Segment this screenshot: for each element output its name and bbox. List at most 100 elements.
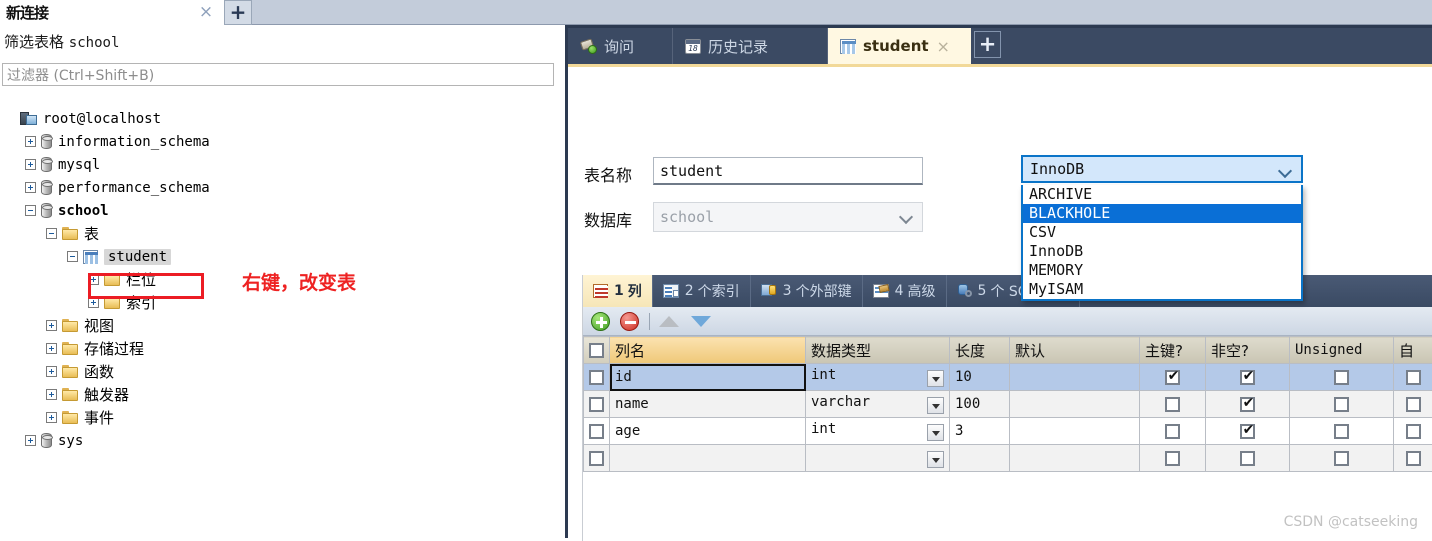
cell-not-null-checkbox[interactable] [1240,424,1255,439]
cell-column-name[interactable]: name [610,391,806,418]
cell-auto-increment-checkbox[interactable] [1406,451,1421,466]
tree-item-视图[interactable]: 视图 [0,314,560,337]
row-select-cell[interactable] [584,364,610,391]
chevron-down-icon[interactable] [927,370,944,387]
cell-primary-key-checkbox[interactable] [1165,397,1180,412]
select-all-checkbox[interactable] [589,343,604,358]
tree-expander[interactable] [25,182,36,193]
cell-unsigned[interactable] [1290,445,1394,472]
cell-not-null-checkbox[interactable] [1240,451,1255,466]
engine-option-memory[interactable]: MEMORY [1023,261,1301,280]
tree-expander[interactable] [46,343,57,354]
close-icon[interactable]: × [937,37,950,56]
cell-data-type[interactable] [806,445,950,472]
table-row[interactable]: namevarchar100 [584,391,1432,418]
column-header-3[interactable]: 默认 [1010,337,1140,364]
tree-item-表[interactable]: 表 [0,222,560,245]
column-header-0[interactable]: 列名 [610,337,806,364]
cell-length[interactable] [950,445,1010,472]
subtab-index[interactable]: 2个索引 [653,275,751,307]
cell-auto-increment[interactable] [1394,391,1432,418]
table-row[interactable]: idint10 [584,364,1432,391]
engine-option-innodb[interactable]: InnoDB [1023,242,1301,261]
cell-unsigned[interactable] [1290,418,1394,445]
column-header-2[interactable]: 长度 [950,337,1010,364]
new-tab-button[interactable]: + [224,0,252,25]
tree-expander[interactable] [88,297,99,308]
tab-query[interactable]: 询问 [568,28,673,64]
add-tab-button[interactable]: + [974,31,1001,58]
subtab-advanced[interactable]: 4高级 [863,275,947,307]
cell-auto-increment-checkbox[interactable] [1406,370,1421,385]
cell-primary-key[interactable] [1140,445,1206,472]
tree-item-函数[interactable]: 函数 [0,360,560,383]
column-header-6[interactable]: Unsigned [1290,337,1394,364]
tree-item-information_schema[interactable]: information_schema [0,130,560,153]
move-down-button[interactable] [691,316,711,327]
cell-auto-increment-checkbox[interactable] [1406,424,1421,439]
engine-select[interactable]: InnoDB [1021,155,1303,183]
cell-default[interactable] [1010,445,1140,472]
cell-unsigned-checkbox[interactable] [1334,397,1349,412]
tree-expander[interactable] [46,366,57,377]
column-header-4[interactable]: 主键? [1140,337,1206,364]
column-header-5[interactable]: 非空? [1206,337,1290,364]
cell-column-name[interactable]: age [610,418,806,445]
engine-option-blackhole[interactable]: BLACKHOLE [1023,204,1301,223]
connection-tab[interactable]: 新连接 [0,0,224,25]
row-select-cell[interactable] [584,445,610,472]
filter-input[interactable]: 过滤器 (Ctrl+Shift+B) [2,63,554,86]
tree-item-mysql[interactable]: mysql [0,153,560,176]
tree-item-student[interactable]: student [0,245,560,268]
cell-column-name[interactable]: id [610,364,806,391]
chevron-down-icon[interactable] [927,451,944,468]
cell-length[interactable]: 100 [950,391,1010,418]
tree-expander[interactable] [88,274,99,285]
cell-not-null[interactable] [1206,445,1290,472]
tree-item-存储过程[interactable]: 存储过程 [0,337,560,360]
close-icon[interactable]: × [196,2,216,22]
chevron-down-icon[interactable] [927,397,944,414]
chevron-down-icon[interactable] [927,424,944,441]
tree-expander[interactable] [25,435,36,446]
cell-default[interactable] [1010,418,1140,445]
column-header-1[interactable]: 数据类型 [806,337,950,364]
tree-expander[interactable] [46,389,57,400]
cell-primary-key[interactable] [1140,418,1206,445]
remove-row-button[interactable] [620,312,639,331]
cell-not-null[interactable] [1206,364,1290,391]
cell-primary-key[interactable] [1140,364,1206,391]
table-name-input[interactable]: student [653,157,923,185]
row-select-checkbox[interactable] [589,397,604,412]
column-header-7[interactable]: 自 [1394,337,1432,364]
cell-data-type[interactable]: varchar [806,391,950,418]
cell-auto-increment[interactable] [1394,364,1432,391]
subtab-columns[interactable]: 1列 [583,275,653,307]
tree-item-触发器[interactable]: 触发器 [0,383,560,406]
cell-length[interactable]: 10 [950,364,1010,391]
cell-length[interactable]: 3 [950,418,1010,445]
cell-not-null[interactable] [1206,391,1290,418]
tree-expander[interactable] [46,412,57,423]
cell-unsigned-checkbox[interactable] [1334,451,1349,466]
engine-option-list[interactable]: ARCHIVEBLACKHOLECSVInnoDBMEMORYMyISAM [1021,185,1303,301]
cell-default[interactable] [1010,391,1140,418]
row-select-checkbox[interactable] [589,424,604,439]
cell-auto-increment[interactable] [1394,445,1432,472]
table-row[interactable] [584,445,1432,472]
tree-expander[interactable] [46,228,57,239]
tree-item-school[interactable]: school [0,199,560,222]
row-select-cell[interactable] [584,391,610,418]
cell-primary-key-checkbox[interactable] [1165,370,1180,385]
cell-default[interactable] [1010,364,1140,391]
tree-expander[interactable] [25,136,36,147]
tab-student[interactable]: student × [828,28,971,64]
cell-primary-key[interactable] [1140,391,1206,418]
cell-unsigned-checkbox[interactable] [1334,370,1349,385]
cell-not-null-checkbox[interactable] [1240,370,1255,385]
database-select[interactable]: school [653,202,923,232]
cell-unsigned-checkbox[interactable] [1334,424,1349,439]
engine-option-myisam[interactable]: MyISAM [1023,280,1301,299]
cell-not-null[interactable] [1206,418,1290,445]
cell-column-name[interactable] [610,445,806,472]
